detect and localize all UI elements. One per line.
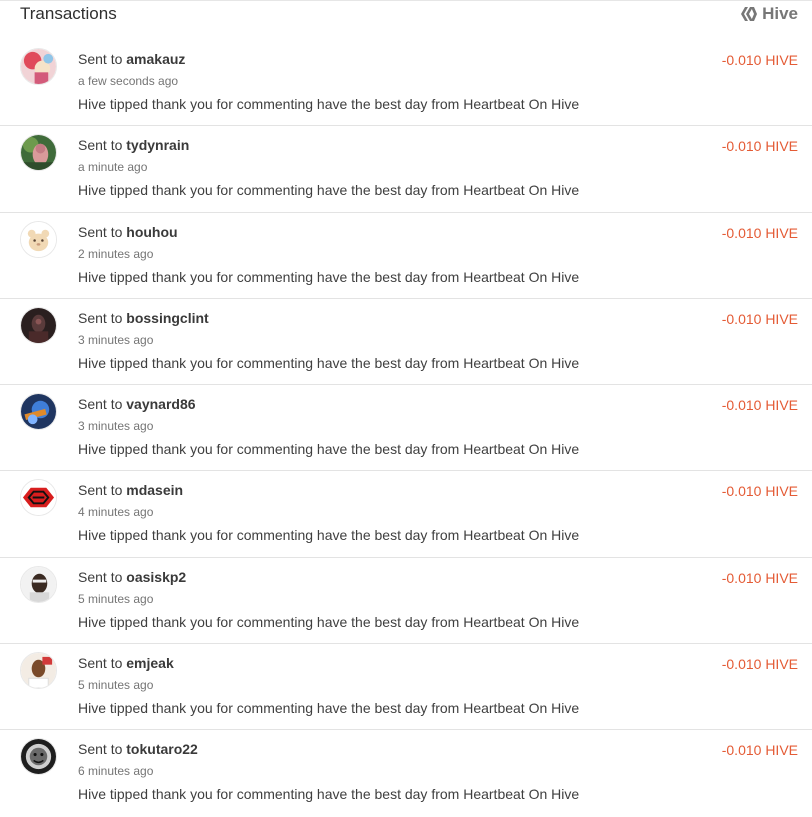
avatar[interactable] <box>20 393 57 431</box>
recipient-link[interactable]: houhou <box>126 224 177 240</box>
recipient-link[interactable]: vaynard86 <box>126 396 195 412</box>
memo-text: Hive tipped thank you for commenting hav… <box>78 613 580 630</box>
avatar[interactable] <box>20 220 57 258</box>
amount: -0.010 HIVE <box>721 742 798 759</box>
transaction-summary: Sent to emjeak <box>78 655 174 671</box>
amount: -0.010 HIVE <box>721 569 798 586</box>
amount: -0.010 HIVE <box>721 483 798 500</box>
transaction-row[interactable]: Sent to tokutaro22 6 minutes ago Hive ti… <box>0 730 812 816</box>
memo-text: Hive tipped thank you for commenting hav… <box>78 268 580 285</box>
timestamp: a minute ago <box>78 160 148 175</box>
recipient-link[interactable]: oasiskp2 <box>126 569 186 585</box>
amount: -0.010 HIVE <box>721 52 798 68</box>
transaction-row[interactable]: Sent to tydynrain a minute ago Hive tipp… <box>0 126 812 213</box>
avatar[interactable] <box>20 652 57 690</box>
amount: -0.010 HIVE <box>721 224 798 241</box>
page-title: Transactions <box>20 4 117 23</box>
memo-text: Hive tipped thank you for commenting hav… <box>78 786 580 803</box>
timestamp: 2 minutes ago <box>78 246 154 261</box>
avatar[interactable] <box>20 565 57 603</box>
amount: -0.010 HIVE <box>721 310 798 327</box>
direction-label: Sent to <box>78 309 123 326</box>
transaction-row[interactable]: Sent to oasiskp2 5 minutes ago Hive tipp… <box>0 558 812 645</box>
avatar[interactable] <box>20 48 57 85</box>
transaction-summary: Sent to tydynrain <box>78 137 189 153</box>
network-label: Hive <box>762 4 798 23</box>
direction-label: Sent to <box>78 568 123 585</box>
transaction-row[interactable]: Sent to amakauz a few seconds ago Hive t… <box>0 40 812 127</box>
transaction-summary: Sent to tokutaro22 <box>78 741 198 757</box>
transaction-summary: Sent to oasiskp2 <box>78 569 186 585</box>
transaction-summary: Sent to amakauz <box>78 51 185 67</box>
amount: -0.010 HIVE <box>721 397 798 414</box>
timestamp: 3 minutes ago <box>78 419 154 434</box>
amount: -0.010 HIVE <box>721 138 798 155</box>
timestamp: a few seconds ago <box>78 74 179 88</box>
hive-logo-icon <box>740 6 758 22</box>
timestamp: 3 minutes ago <box>78 332 154 347</box>
recipient-link[interactable]: mdasein <box>126 482 183 498</box>
transaction-row[interactable]: Sent to emjeak 5 minutes ago Hive tipped… <box>0 644 812 731</box>
transaction-list: Sent to amakauz a few seconds ago Hive t… <box>0 40 812 817</box>
avatar[interactable] <box>20 306 57 344</box>
recipient-link[interactable]: bossingclint <box>126 310 208 326</box>
timestamp: 5 minutes ago <box>78 591 154 606</box>
transaction-row[interactable]: Sent to mdasein 4 minutes ago Hive tippe… <box>0 471 812 558</box>
direction-label: Sent to <box>78 482 123 499</box>
timestamp: 4 minutes ago <box>78 505 154 520</box>
transactions-header: Transactions Hive <box>0 0 812 30</box>
direction-label: Sent to <box>78 655 123 672</box>
memo-text: Hive tipped thank you for commenting hav… <box>78 182 580 199</box>
memo-text: Hive tipped thank you for commenting hav… <box>78 527 580 544</box>
avatar[interactable] <box>20 479 57 517</box>
transaction-summary: Sent to houhou <box>78 224 178 240</box>
avatar[interactable] <box>20 134 57 172</box>
direction-label: Sent to <box>78 396 123 413</box>
direction-label: Sent to <box>78 51 123 67</box>
network-indicator: Hive <box>740 4 798 24</box>
memo-text: Hive tipped thank you for commenting hav… <box>78 354 580 371</box>
recipient-link[interactable]: amakauz <box>126 51 185 67</box>
recipient-link[interactable]: emjeak <box>126 655 173 671</box>
transaction-summary: Sent to vaynard86 <box>78 396 196 412</box>
timestamp: 5 minutes ago <box>78 678 154 693</box>
direction-label: Sent to <box>78 741 123 758</box>
memo-text: Hive tipped thank you for commenting hav… <box>78 441 580 458</box>
transaction-row[interactable]: Sent to vaynard86 3 minutes ago Hive tip… <box>0 385 812 472</box>
timestamp: 6 minutes ago <box>78 764 154 779</box>
amount: -0.010 HIVE <box>721 656 798 673</box>
transaction-row[interactable]: Sent to bossingclint 3 minutes ago Hive … <box>0 299 812 386</box>
avatar[interactable] <box>20 738 57 776</box>
recipient-link[interactable]: tokutaro22 <box>126 741 198 757</box>
transaction-summary: Sent to mdasein <box>78 482 183 498</box>
direction-label: Sent to <box>78 223 123 240</box>
memo-text: Hive tipped thank you for commenting hav… <box>78 700 580 717</box>
direction-label: Sent to <box>78 137 123 154</box>
recipient-link[interactable]: tydynrain <box>126 137 189 153</box>
transaction-summary: Sent to bossingclint <box>78 310 209 326</box>
memo-text: Hive tipped thank you for commenting hav… <box>78 96 580 112</box>
transaction-row[interactable]: Sent to houhou 2 minutes ago Hive tipped… <box>0 213 812 299</box>
